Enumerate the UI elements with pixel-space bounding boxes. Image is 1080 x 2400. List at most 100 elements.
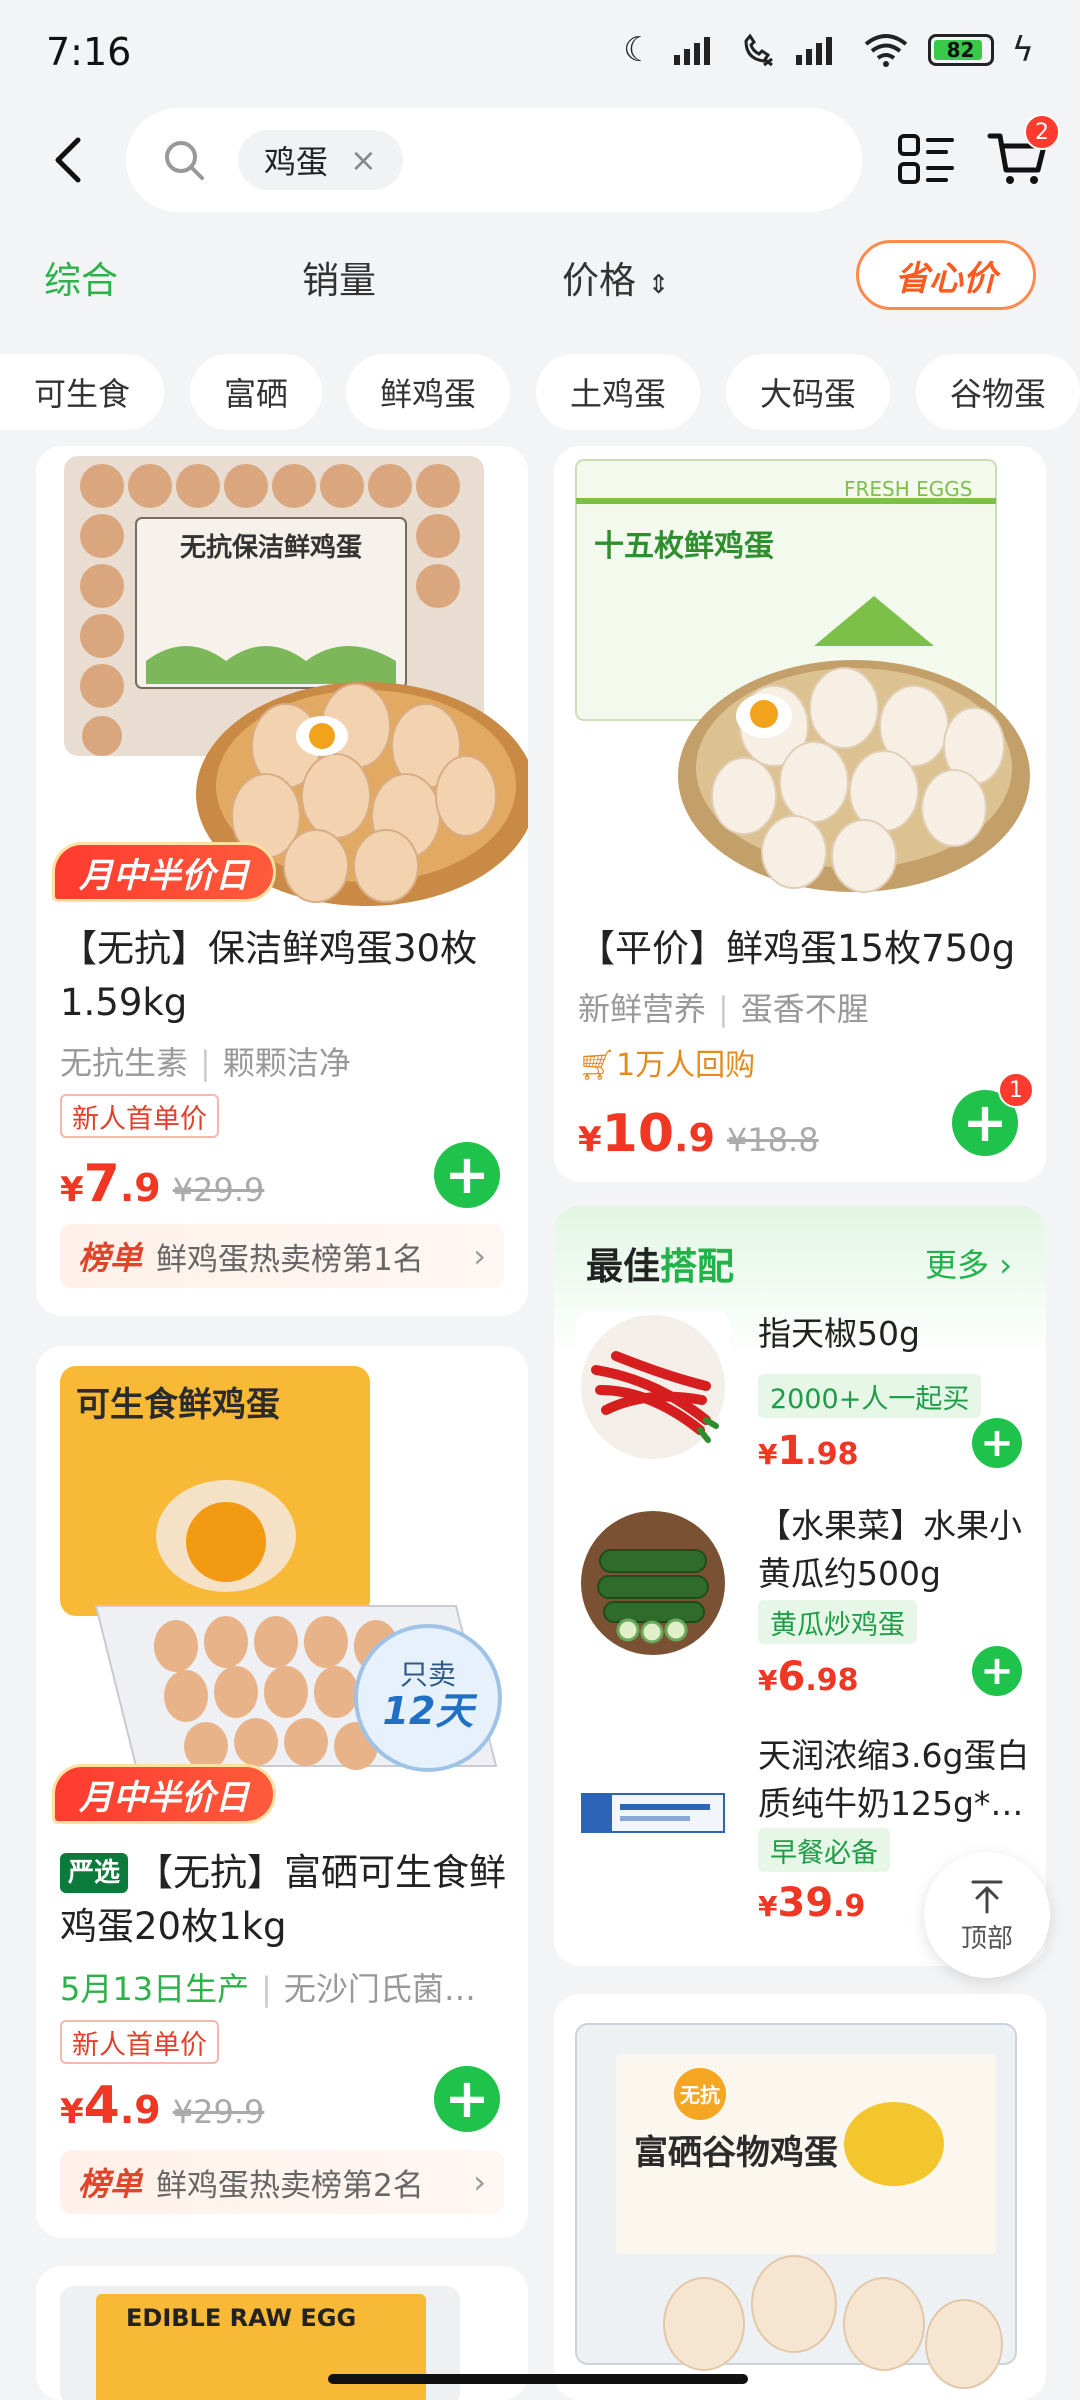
ranking-bar[interactable]: 榜单 鲜鸡蛋热卖榜第1名 › [60,1224,504,1288]
battery-level: 82 [946,38,975,62]
combo-item-price: ¥6.98 [758,1654,858,1700]
promo-badge: 月中半价日 [52,1764,276,1824]
ranking-tag: 榜单 [78,2165,143,2203]
newbie-price-badge: 新人首单价 [60,2020,219,2064]
product-card[interactable]: 无抗 富硒谷物鸡蛋 [554,1994,1046,2400]
status-time: 7:16 [46,30,132,74]
product-title: 【平价】鲜鸡蛋15枚750g [578,927,1016,970]
search-query-chip[interactable]: 鸡蛋 × [238,130,403,190]
product-card[interactable]: 无抗保洁鲜鸡蛋 月中半价日 【无抗】保洁鲜鸡蛋30枚1.59kg 无抗生素 | 颗颗… [36,446,528,1316]
sticker-top-text: 只卖 [400,1658,456,1691]
tag-separator: | [261,1970,272,2008]
search-query-text: 鸡蛋 [264,143,329,181]
price-decimal: .9 [119,2088,161,2132]
chevron-right-icon: › [473,2163,486,2201]
combo-item-image[interactable] [576,1736,730,1890]
back-to-top-button[interactable]: 顶部 [924,1852,1050,1978]
price-symbol: ¥ [60,2092,84,2132]
signal-icon-2 [795,37,832,65]
combo-more-label: 更多 [925,1246,990,1284]
package-label: 可生食鲜鸡蛋 [76,1385,280,1425]
product-tags: 无抗生素 | 颗颗洁净 [60,1038,351,1084]
price-integer: 4 [83,2076,120,2136]
product-title: 【无抗】保洁鲜鸡蛋30枚1.59kg [60,927,478,1024]
product-title: 严选 【无抗】富硒可生食鲜鸡蛋20枚1kg [60,1846,510,1954]
cart-button[interactable]: 2 [986,114,1060,190]
home-indicator[interactable] [328,2374,748,2384]
filter-chip-fresh-egg[interactable]: 鲜鸡蛋 [346,354,511,430]
price-symbol: ¥ [578,1120,602,1160]
tab-sales[interactable]: 销量 [302,250,376,304]
add-to-cart-button[interactable]: + [434,2066,500,2132]
best-combo-card: 最佳搭配 更多 › 指天椒50g 2000+人一起买 ¥1.98 + 【水果菜】… [554,1206,1046,1966]
ranking-bar[interactable]: 榜单 鲜鸡蛋热卖榜第2名 › [60,2150,504,2214]
value-price-button[interactable]: 省心价 [856,240,1036,310]
combo-title-b: 搭配 [660,1245,734,1288]
price-integer: 10 [601,1104,675,1164]
product-image: 十五枚鲜鸡蛋 FRESH EGGS [554,446,1046,906]
filter-chip-free-range[interactable]: 土鸡蛋 [536,354,701,430]
combo-item-tag: 黄瓜炒鸡蛋 [758,1600,917,1644]
signal-icon [673,37,710,65]
combo-title: 最佳搭配 [586,1236,734,1290]
add-to-cart-button[interactable]: + [434,1142,500,1208]
combo-item-image[interactable] [576,1506,730,1660]
price-symbol: ¥ [758,1664,778,1697]
product-price: ¥10.9 ¥18.8 [578,1104,819,1164]
back-arrow-icon[interactable] [40,130,100,190]
price-decimal: .9 [833,1889,866,1924]
clear-query-icon[interactable]: × [350,141,377,179]
tab-price[interactable]: 价格 ⇕ [562,250,670,304]
price-decimal: .98 [805,1663,859,1698]
product-image: 无抗 富硒谷物鸡蛋 [554,1994,1046,2400]
newbie-price-badge: 新人首单价 [60,1094,219,1138]
product-tags: 新鲜营养 | 蛋香不腥 [578,984,869,1030]
product-card[interactable]: 十五枚鲜鸡蛋 FRESH EGGS 【平价】鲜鸡蛋15枚750g 新鲜营养 | 蛋香… [554,446,1046,1182]
price-integer: 7 [83,1154,120,1214]
combo-item-title: 天润浓缩3.6g蛋白质纯牛奶125g*… [758,1736,1030,1823]
repurchase-text: 1万人回购 [616,1048,756,1083]
tag-separator: | [200,1044,211,1082]
product-image: 无抗保洁鲜鸡蛋 [36,446,528,906]
package-label: 十五枚鲜鸡蛋 [594,529,774,564]
add-combo-item-button[interactable]: + [972,1646,1022,1696]
back-to-top-label: 顶部 [960,1923,1013,1954]
product-tag: 蛋香不腥 [740,990,869,1028]
promo-badge: 月中半价日 [52,842,276,902]
product-price: ¥7.9 ¥29.9 [60,1154,264,1214]
status-icons: ☾ 82 ϟ [623,30,1034,70]
filter-chip-grain-egg[interactable]: 谷物蛋 [916,354,1080,430]
combo-item-price: ¥1.98 [758,1428,858,1474]
chevron-right-icon: › [473,1237,486,1275]
package-label: EDIBLE RAW EGG [126,2304,356,2332]
product-card[interactable]: 可生食鲜鸡蛋 只卖 12天 月中半价日 严选 【无抗】富硒可生食鲜鸡蛋20枚1kg… [36,1346,528,2238]
product-price: ¥4.9 ¥29.9 [60,2076,264,2136]
combo-item-tag: 早餐必备 [758,1828,890,1872]
combo-more-link[interactable]: 更多 › [925,1240,1012,1286]
tab-comprehensive[interactable]: 综合 [44,250,118,304]
combo-item-tag: 2000+人一起买 [758,1374,982,1418]
product-image: 可生食鲜鸡蛋 只卖 12天 [36,1346,528,1826]
price-decimal: .98 [805,1437,859,1472]
brand-badge: 严选 [60,1853,129,1893]
combo-item-image[interactable] [576,1310,730,1464]
original-price: ¥29.9 [172,1171,265,1209]
milk-box-image [576,1736,730,1890]
product-tag: 无沙门氏菌… [283,1970,476,2008]
cart-count-badge: 2 [1024,114,1060,150]
list-layout-icon[interactable] [896,130,956,190]
original-price: ¥29.9 [172,2093,265,2131]
filter-chip-large-egg[interactable]: 大码蛋 [726,354,891,430]
combo-item-title: 【水果菜】水果小黄瓜约500g [758,1506,1022,1593]
filter-chips: 可生食 富硒 鲜鸡蛋 土鸡蛋 大码蛋 谷物蛋 [0,354,1080,430]
battery-icon: 82 [927,34,994,66]
sticker-days-text: 12天 [383,1689,478,1733]
filter-chip-raw-edible[interactable]: 可生食 [0,354,165,430]
filter-chip-selenium[interactable]: 富硒 [190,354,323,430]
add-combo-item-button[interactable]: + [972,1418,1022,1468]
package-label: 富硒谷物鸡蛋 [634,2133,838,2173]
ranking-text: 鲜鸡蛋热卖榜第2名 [156,2167,424,2204]
combo-item-title: 指天椒50g [758,1314,920,1353]
search-bar[interactable]: 鸡蛋 × [126,108,862,212]
package-badge: 无抗 [680,2083,720,2107]
